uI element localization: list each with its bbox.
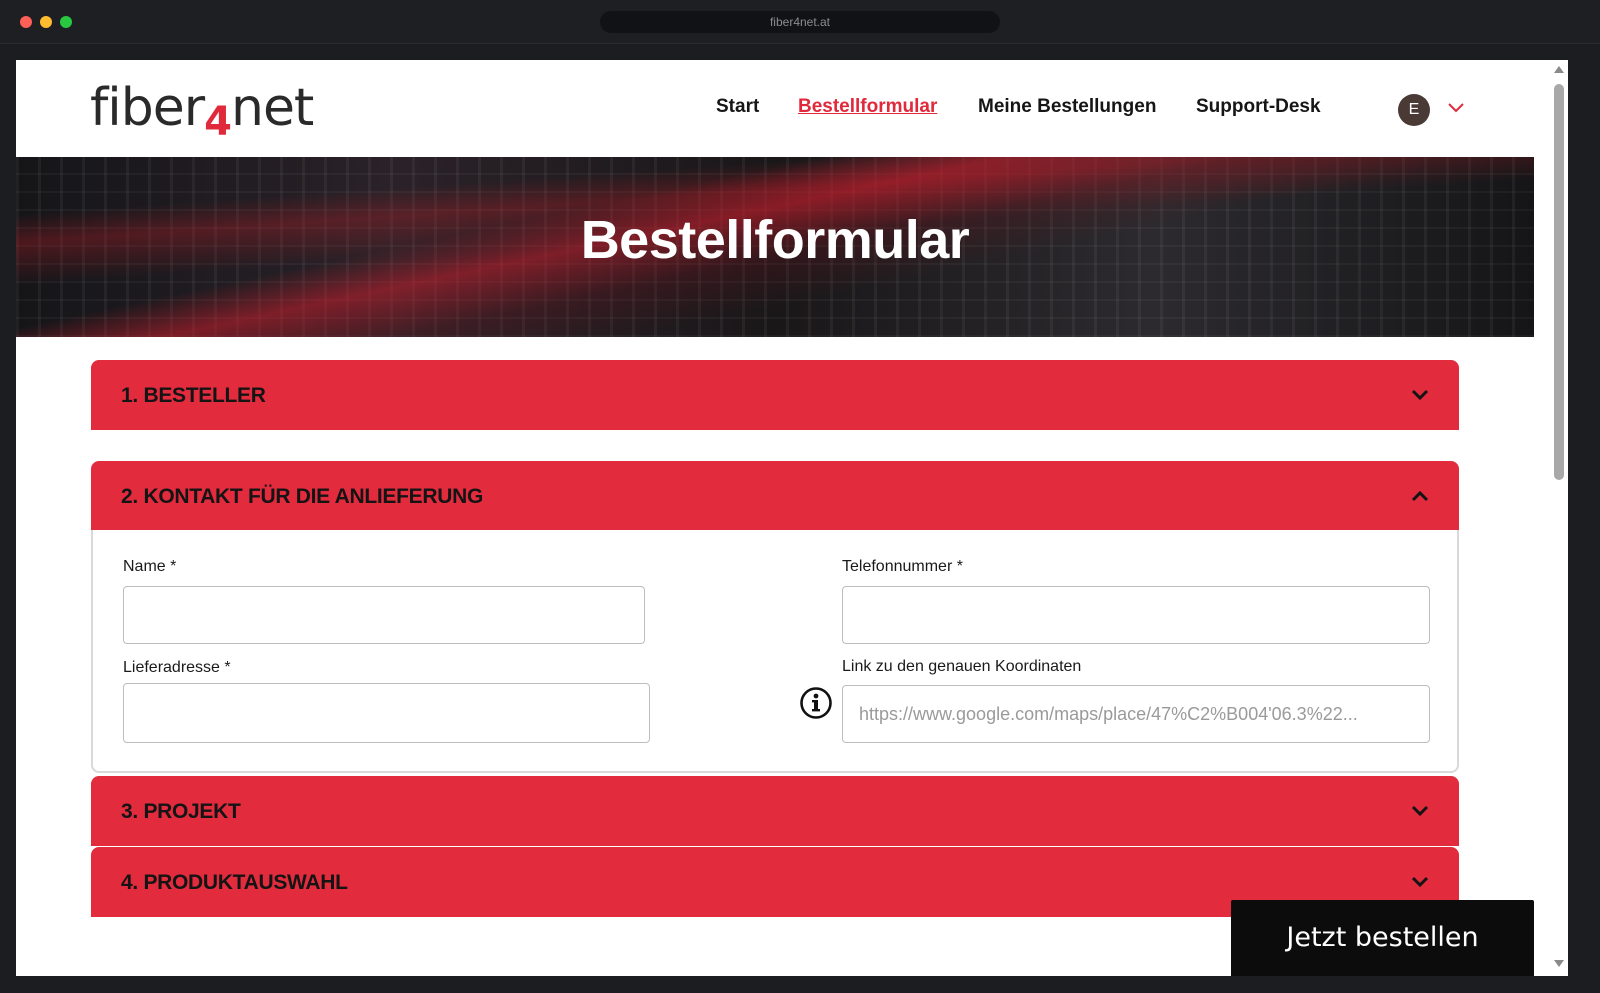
logo-digit-four: 4 [204, 99, 232, 145]
nav-link-my-orders[interactable]: Meine Bestellungen [978, 96, 1156, 118]
window-titlebar: fiber4net.at [0, 0, 1600, 44]
phone-input[interactable] [842, 586, 1430, 644]
section-body-kontakt: Name * Telefonnummer * Lieferadresse * L… [91, 530, 1459, 773]
user-avatar[interactable]: E [1398, 94, 1430, 126]
info-icon[interactable] [799, 686, 833, 720]
phone-label: Telefonnummer * [842, 558, 963, 575]
close-window-button[interactable] [20, 16, 32, 28]
section-title: 1. BESTELLER [121, 384, 266, 407]
address-bar[interactable]: fiber4net.at [600, 11, 1000, 33]
page-viewport: fiber4net Start Bestellformular Meine Be… [16, 60, 1568, 976]
section-title: 2. KONTAKT FÜR DIE ANLIEFERUNG [121, 485, 483, 508]
vertical-scrollbar[interactable] [1550, 60, 1568, 976]
nav-link-start[interactable]: Start [716, 96, 759, 118]
chevron-down-icon [1411, 876, 1429, 888]
fiber4net-logo[interactable]: fiber4net [90, 78, 314, 145]
maximize-window-button[interactable] [60, 16, 72, 28]
scroll-down-arrow-icon[interactable] [1554, 960, 1564, 967]
scrollbar-thumb[interactable] [1554, 84, 1564, 480]
nav-link-order-form[interactable]: Bestellformular [798, 96, 937, 118]
chevron-down-icon[interactable] [1446, 98, 1466, 118]
coordinates-label: Link zu den genauen Koordinaten [842, 658, 1082, 675]
address-label: Lieferadresse * [123, 659, 231, 676]
coordinates-link-input[interactable] [842, 685, 1430, 743]
section-header-besteller[interactable]: 1. BESTELLER [91, 360, 1459, 430]
page-title: Bestellformular [580, 210, 970, 270]
section-header-kontakt[interactable]: 2. KONTAKT FÜR DIE ANLIEFERUNG [91, 461, 1459, 531]
name-input[interactable] [123, 586, 645, 644]
logo-text-net: net [230, 78, 314, 138]
chevron-down-icon [1411, 389, 1429, 401]
chevron-up-icon [1411, 490, 1429, 502]
order-now-button[interactable]: Jetzt bestellen [1231, 900, 1534, 976]
address-input[interactable] [123, 683, 650, 743]
chevron-down-icon [1411, 805, 1429, 817]
name-label: Name * [123, 558, 177, 575]
section-title: 3. PROJEKT [121, 800, 241, 823]
section-title: 4. PRODUKTAUSWAHL [121, 871, 348, 894]
minimize-window-button[interactable] [40, 16, 52, 28]
site-header: fiber4net Start Bestellformular Meine Be… [16, 60, 1566, 160]
section-header-projekt[interactable]: 3. PROJEKT [91, 776, 1459, 846]
nav-link-support-desk[interactable]: Support-Desk [1196, 96, 1321, 118]
hero-banner: Bestellformular [16, 157, 1534, 337]
logo-text-fiber: fiber [90, 78, 205, 138]
scroll-up-arrow-icon[interactable] [1554, 66, 1564, 73]
